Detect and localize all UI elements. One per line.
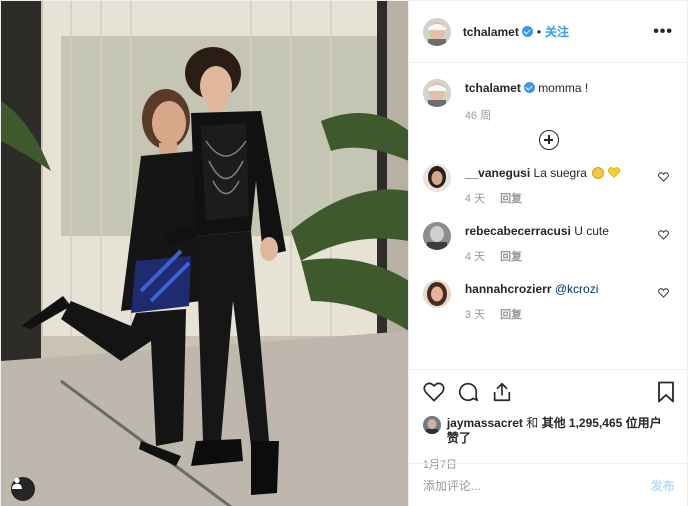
reply-button[interactable]: 回复 — [500, 251, 522, 263]
like-comment-heart-icon[interactable] — [657, 288, 669, 298]
share-icon[interactable] — [491, 381, 513, 403]
liker-avatar[interactable] — [422, 416, 441, 434]
instagram-post: tchalamet • 关注 ••• tchalamet momma ! 46 … — [0, 0, 688, 506]
comment-input[interactable] — [422, 478, 651, 493]
comment-time[interactable]: 3 天 — [465, 309, 485, 321]
verified-badge-icon — [521, 26, 533, 37]
caption-text: momma ! — [538, 81, 589, 95]
yellow-heart-icon — [607, 167, 620, 178]
caption-avatar-image — [422, 79, 451, 107]
verified-badge-icon — [523, 82, 535, 93]
comment-username[interactable]: hannahcrozierr — [465, 282, 552, 296]
comment-text: U cute — [574, 224, 609, 238]
liker-username[interactable]: jaymassacret — [447, 416, 523, 430]
comment-bubble-icon[interactable] — [457, 381, 479, 403]
comment-mention-link[interactable]: @kcrozi — [555, 282, 599, 296]
post-comment-button[interactable]: 发布 — [651, 477, 675, 494]
commenter-avatar-image — [422, 280, 451, 308]
commenter-avatar-image — [422, 164, 451, 192]
slightly-smiling-face-icon — [592, 167, 605, 179]
photo-image — [1, 1, 408, 506]
post-side-panel: tchalamet • 关注 ••• tchalamet momma ! 46 … — [407, 1, 688, 506]
like-heart-icon[interactable] — [423, 382, 445, 402]
post-header: tchalamet • 关注 ••• — [408, 1, 687, 63]
caption-avatar[interactable] — [422, 79, 451, 107]
add-comment-bar: 发布 — [408, 463, 688, 506]
post-photo[interactable] — [1, 1, 408, 506]
likes-others-count[interactable]: 其他 1,295,465 位用户 — [542, 416, 662, 430]
post-actions: jaymassacret 和 其他 1,295,465 位用户 赞了 1月7日 — [408, 369, 688, 472]
reply-button[interactable]: 回复 — [500, 309, 522, 321]
likes-connector: 和 — [526, 416, 539, 430]
commenter-avatar-image — [422, 222, 451, 250]
author-avatar-image — [422, 17, 451, 46]
author-avatar[interactable] — [422, 17, 451, 46]
like-comment-heart-icon[interactable] — [657, 230, 669, 240]
liker-avatar-image — [422, 416, 441, 434]
comment-time[interactable]: 4 天 — [465, 193, 485, 205]
caption: tchalamet momma ! 46 周 — [422, 63, 675, 125]
caption-time[interactable]: 46 周 — [465, 107, 588, 125]
tagged-users-button[interactable] — [11, 477, 35, 501]
likes-summary: jaymassacret 和 其他 1,295,465 位用户 赞了 — [422, 416, 675, 446]
caption-username[interactable]: tchalamet — [465, 81, 521, 95]
commenter-avatar[interactable] — [422, 164, 451, 192]
bookmark-icon[interactable] — [657, 381, 675, 403]
commenter-avatar[interactable] — [422, 280, 451, 308]
comment-text: La suegra — [533, 166, 587, 180]
author-username[interactable]: tchalamet — [463, 25, 519, 39]
likes-suffix: 赞了 — [446, 431, 471, 445]
comment-item: __vanegusi La suegra 4 天 回复 — [422, 164, 675, 208]
commenter-avatar[interactable] — [422, 222, 451, 250]
person-icon — [12, 477, 22, 489]
follow-separator: • — [536, 24, 542, 39]
comment-time[interactable]: 4 天 — [465, 251, 485, 263]
comment-username[interactable]: __vanegusi — [465, 166, 530, 180]
comment-item: hannahcrozierr @kcrozi 3 天 回复 — [422, 280, 675, 324]
like-comment-heart-icon[interactable] — [657, 172, 669, 182]
comment-username[interactable]: rebecabecerracusi — [465, 224, 571, 238]
load-more-comments-button[interactable] — [538, 130, 559, 150]
comment-item: rebecabecerracusi U cute 4 天 回复 — [422, 222, 675, 266]
more-options-button[interactable]: ••• — [653, 23, 673, 39]
reply-button[interactable]: 回复 — [500, 193, 522, 205]
comments-list[interactable]: tchalamet momma ! 46 周 __vanegusi La sue… — [409, 63, 688, 369]
follow-button[interactable]: 关注 — [545, 23, 569, 40]
